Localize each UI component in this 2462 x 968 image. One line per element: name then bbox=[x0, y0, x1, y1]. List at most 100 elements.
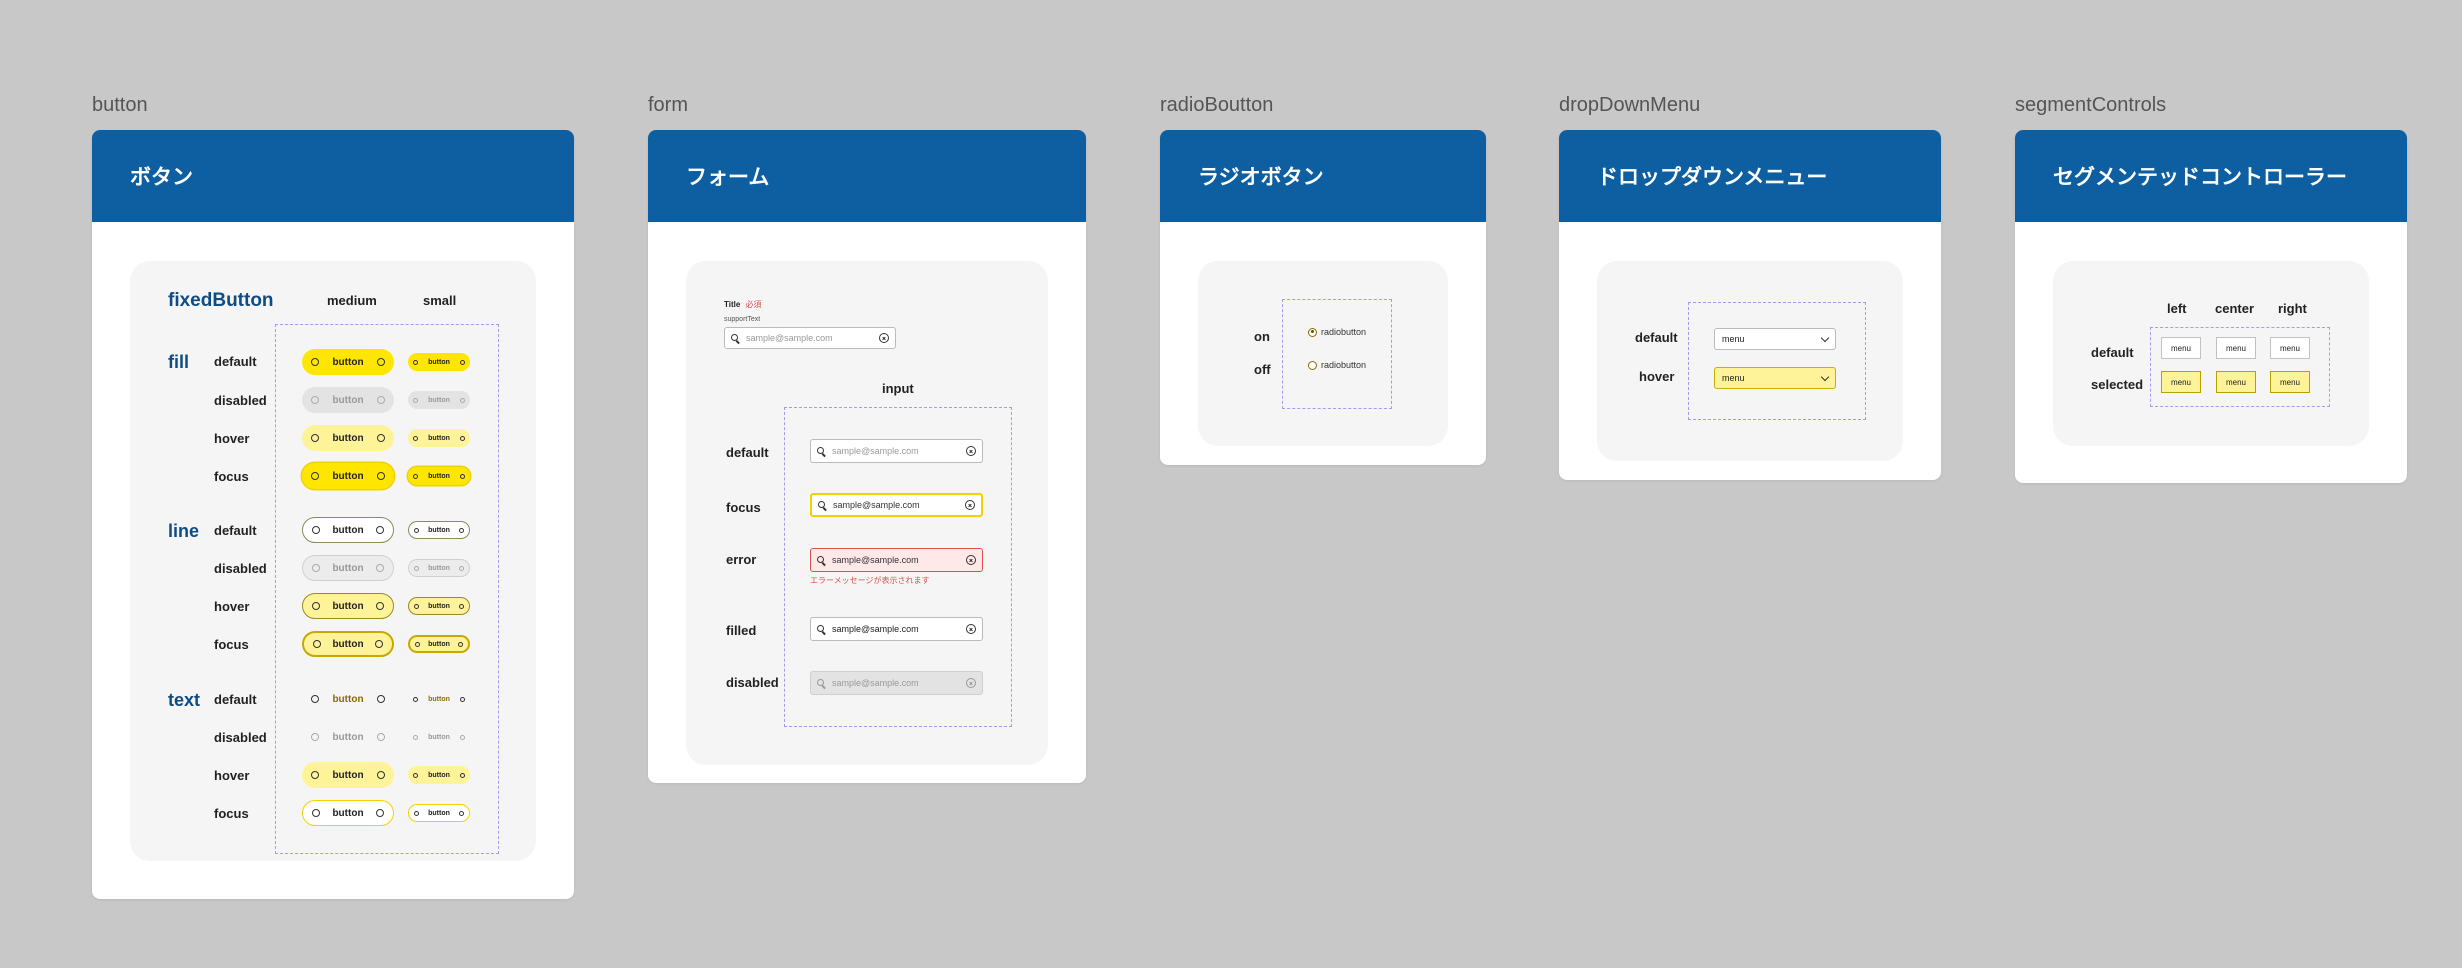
line-focus-small-button[interactable]: button bbox=[408, 635, 470, 653]
circle-icon bbox=[311, 396, 319, 404]
error-search-input[interactable]: sample@sample.com bbox=[810, 548, 983, 572]
circle-icon bbox=[458, 565, 464, 571]
circle-icon bbox=[311, 472, 319, 480]
dropdown-default[interactable]: menu bbox=[1714, 328, 1836, 350]
segment-selected-right[interactable]: menu bbox=[2270, 371, 2310, 393]
segment-selected-left[interactable]: menu bbox=[2161, 371, 2201, 393]
col-small: small bbox=[423, 293, 457, 308]
clear-icon[interactable] bbox=[965, 500, 975, 510]
dropdown-state-hover: hover bbox=[1639, 369, 1675, 384]
circle-icon bbox=[377, 472, 385, 480]
radio-card-header: ラジオボタン bbox=[1160, 130, 1486, 222]
search-icon bbox=[817, 624, 826, 634]
error-message: エラーメッセージが表示されます bbox=[810, 576, 930, 585]
frame-label-button: button bbox=[92, 94, 148, 116]
frame-label-form: form bbox=[648, 94, 688, 116]
segment-default-center[interactable]: menu bbox=[2216, 337, 2256, 359]
input-state-focus: focus bbox=[726, 500, 761, 515]
circle-icon bbox=[414, 603, 419, 609]
dropdown-panel: default menu hover menu bbox=[1597, 261, 1903, 461]
text-hover-small-button[interactable]: button bbox=[408, 766, 470, 784]
segment-card: セグメンテッドコントローラー left center right default… bbox=[2015, 130, 2407, 483]
text-default-medium-button[interactable]: button bbox=[302, 686, 394, 712]
clear-icon[interactable] bbox=[966, 624, 976, 634]
circle-icon bbox=[311, 733, 319, 741]
dropdown-card-header: ドロップダウンメニュー bbox=[1559, 130, 1941, 222]
line-hover-small-button[interactable]: button bbox=[408, 597, 470, 615]
fixed-button-title: fixedButton bbox=[168, 290, 274, 311]
segment-selected-center[interactable]: menu bbox=[2216, 371, 2256, 393]
clear-icon[interactable] bbox=[966, 555, 976, 565]
text-disabled-small-button[interactable]: button bbox=[408, 728, 470, 746]
circle-icon bbox=[458, 603, 464, 609]
circle-icon bbox=[413, 435, 418, 441]
field-title: Title 必須 bbox=[724, 300, 762, 309]
text-state-disabled: disabled bbox=[214, 730, 267, 745]
chevron-down-icon bbox=[1820, 333, 1830, 342]
radio-off[interactable]: radiobutton bbox=[1308, 360, 1366, 370]
line-state-default: default bbox=[214, 523, 257, 538]
circle-icon bbox=[459, 397, 465, 403]
fill-state-hover: hover bbox=[214, 431, 250, 446]
circle-icon bbox=[458, 810, 464, 816]
segment-default-left[interactable]: menu bbox=[2161, 337, 2201, 359]
fill-focus-medium-button[interactable]: button bbox=[302, 463, 394, 489]
dropdown-variants-frame bbox=[1688, 302, 1866, 420]
line-hover-medium-button[interactable]: button bbox=[302, 593, 394, 619]
circle-icon bbox=[376, 809, 384, 817]
form-panel: Title 必須 supportText sample@sample.com i… bbox=[686, 261, 1048, 765]
text-focus-small-button[interactable]: button bbox=[408, 804, 470, 822]
search-icon bbox=[817, 678, 826, 688]
fill-focus-small-button[interactable]: button bbox=[408, 467, 470, 485]
dropdown-hover[interactable]: menu bbox=[1714, 367, 1836, 389]
default-search-input[interactable]: sample@sample.com bbox=[810, 439, 983, 463]
radio-unchecked-icon bbox=[1308, 360, 1317, 370]
segment-default-right[interactable]: menu bbox=[2270, 337, 2310, 359]
fill-hover-medium-button[interactable]: button bbox=[302, 425, 394, 451]
input-state-default: default bbox=[726, 445, 769, 460]
circle-icon bbox=[377, 434, 385, 442]
button-card-header: ボタン bbox=[92, 130, 574, 222]
text-hover-medium-button[interactable]: button bbox=[302, 762, 394, 788]
line-disabled-medium-button[interactable]: button bbox=[302, 555, 394, 581]
text-focus-medium-button[interactable]: button bbox=[302, 800, 394, 826]
fill-default-small-button[interactable]: button bbox=[408, 353, 470, 371]
radio-state-on: on bbox=[1254, 329, 1270, 344]
circle-icon bbox=[312, 809, 320, 817]
clear-icon[interactable] bbox=[879, 333, 889, 343]
filled-search-input[interactable]: sample@sample.com bbox=[810, 617, 983, 641]
circle-icon bbox=[376, 526, 384, 534]
fill-disabled-medium-button[interactable]: button bbox=[302, 387, 394, 413]
text-disabled-medium-button[interactable]: button bbox=[302, 724, 394, 750]
text-default-small-button[interactable]: button bbox=[408, 690, 470, 708]
circle-icon bbox=[375, 640, 383, 648]
line-disabled-small-button[interactable]: button bbox=[408, 559, 470, 577]
focus-search-input[interactable]: sample@sample.com bbox=[810, 493, 983, 517]
frame-label-segment: segmentControls bbox=[2015, 94, 2167, 116]
sample-search-input[interactable]: sample@sample.com bbox=[724, 327, 896, 349]
button-panel: fixedButton medium small fill default bu… bbox=[130, 261, 536, 861]
input-state-error: error bbox=[726, 552, 757, 567]
fill-disabled-small-button[interactable]: button bbox=[408, 391, 470, 409]
fill-hover-small-button[interactable]: button bbox=[408, 429, 470, 447]
chevron-down-icon bbox=[1820, 372, 1830, 381]
line-default-medium-button[interactable]: button bbox=[302, 517, 394, 543]
radio-state-off: off bbox=[1254, 362, 1271, 377]
disabled-search-input[interactable]: sample@sample.com bbox=[810, 671, 983, 695]
clear-icon[interactable] bbox=[966, 446, 976, 456]
line-default-small-button[interactable]: button bbox=[408, 521, 470, 539]
search-icon bbox=[731, 333, 740, 343]
radio-on[interactable]: radiobutton bbox=[1308, 327, 1366, 337]
fill-default-medium-button[interactable]: button bbox=[302, 349, 394, 375]
circle-icon bbox=[311, 358, 319, 366]
circle-icon bbox=[377, 358, 385, 366]
required-badge: 必須 bbox=[745, 300, 762, 309]
dropdown-state-default: default bbox=[1635, 330, 1678, 345]
frame-label-dropdown: dropDownMenu bbox=[1559, 94, 1701, 116]
search-icon bbox=[817, 446, 826, 456]
line-focus-medium-button[interactable]: button bbox=[302, 631, 394, 657]
search-icon bbox=[818, 500, 827, 510]
radio-variants-frame bbox=[1282, 299, 1392, 409]
segment-state-selected: selected bbox=[2091, 377, 2144, 392]
circle-icon bbox=[459, 734, 465, 740]
